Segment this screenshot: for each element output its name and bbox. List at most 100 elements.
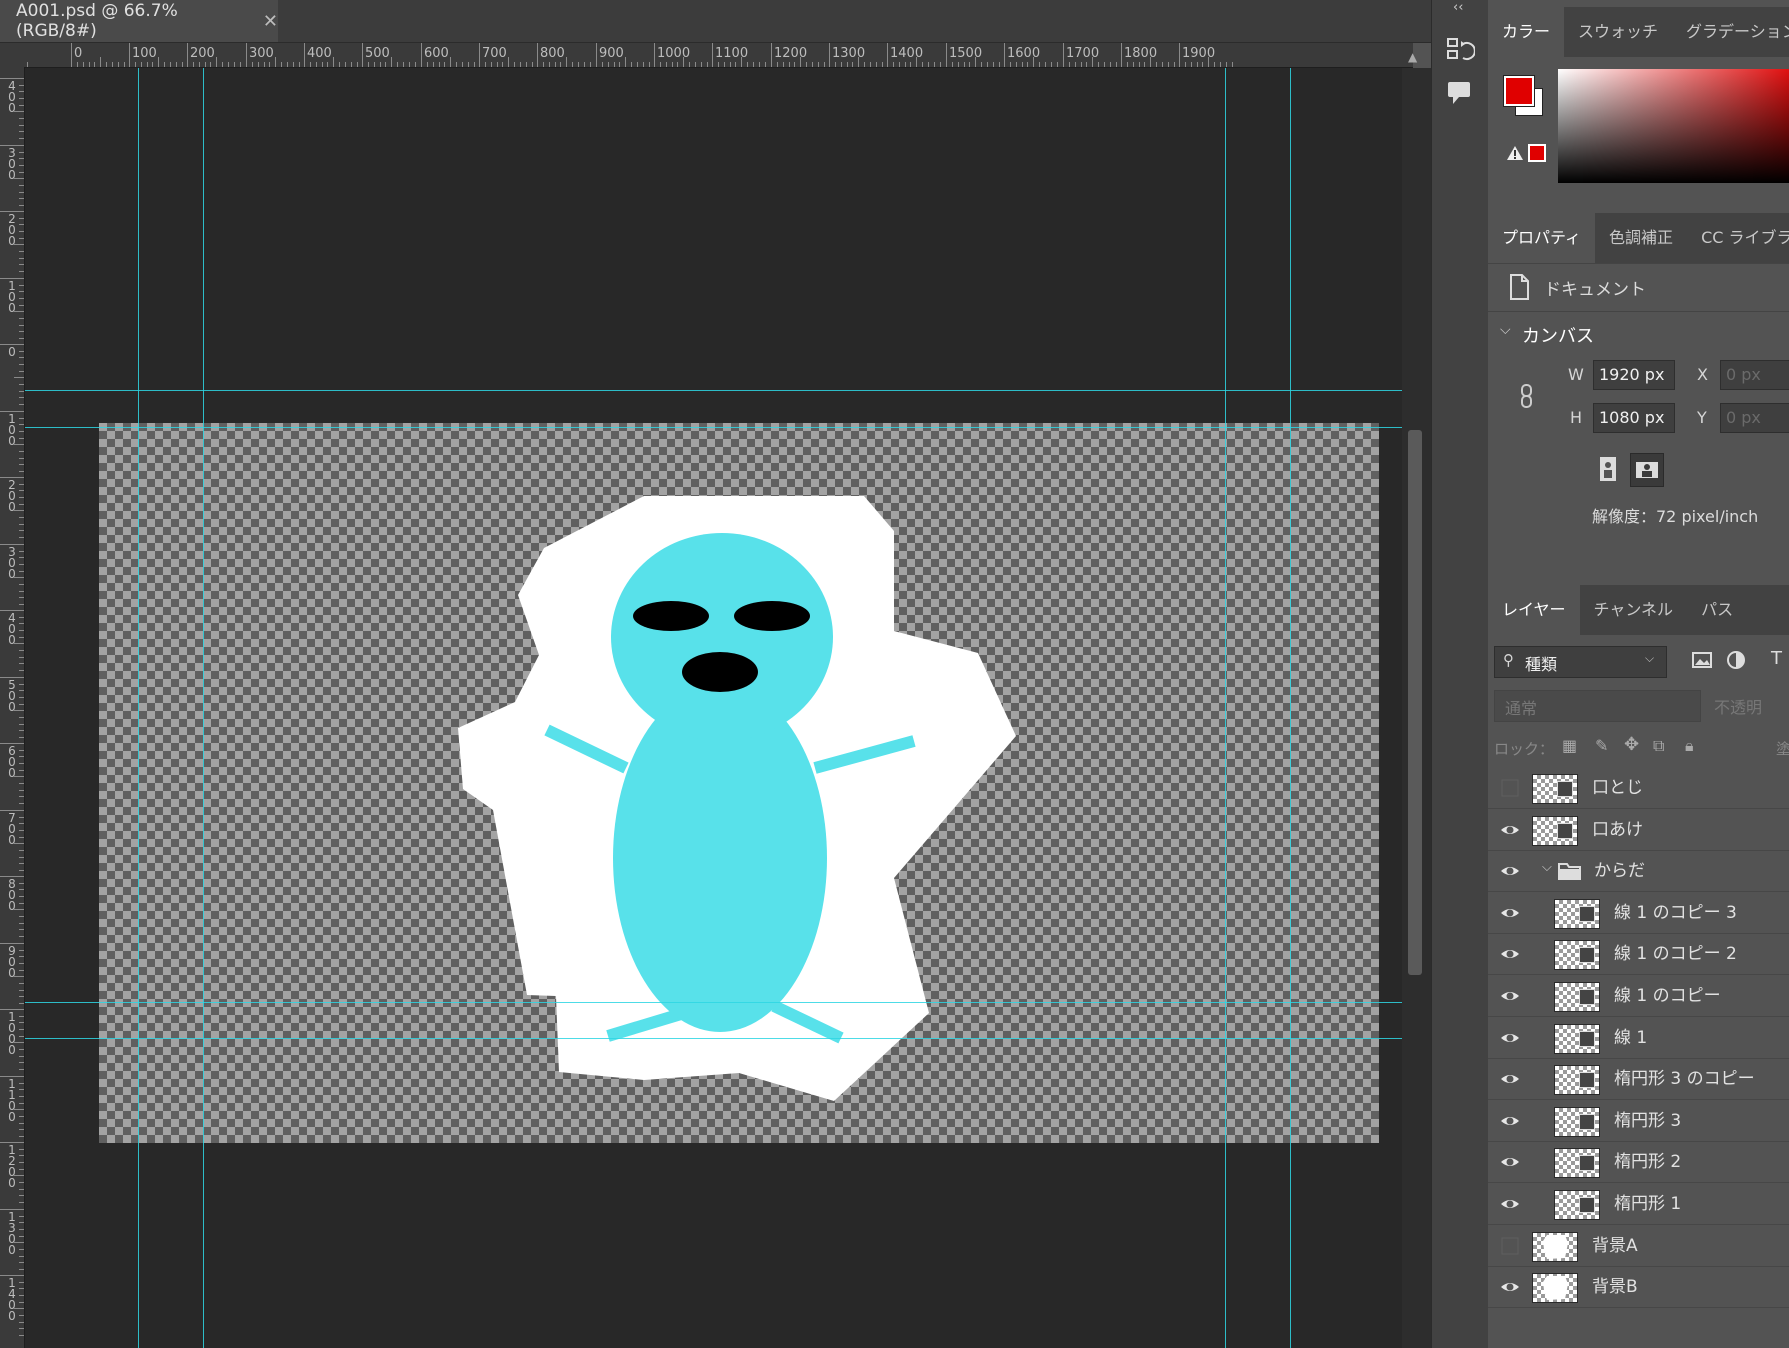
ruler-label: 500 — [365, 46, 390, 61]
lock-artboard-icon[interactable]: ⧉ — [1653, 736, 1664, 756]
foreground-color-swatch[interactable] — [1503, 75, 1535, 107]
visibility-toggle[interactable] — [1499, 777, 1521, 799]
guide-vertical[interactable] — [1225, 68, 1226, 1348]
close-icon[interactable]: ✕ — [263, 11, 278, 32]
comment-icon[interactable] — [1445, 78, 1475, 108]
layer-thumbnail — [1554, 940, 1600, 971]
layer-row[interactable]: 線 1 のコピー — [1488, 975, 1789, 1017]
ruler-tick — [537, 43, 538, 67]
eye-icon[interactable] — [1499, 1151, 1521, 1173]
layer-row[interactable]: 線 1 のコピー 3 — [1488, 892, 1789, 934]
chevron-down-icon[interactable]: ⌵ — [1500, 322, 1511, 338]
layer-row[interactable]: 口とじ — [1488, 767, 1789, 809]
ruler-tick — [654, 43, 655, 67]
guide-vertical[interactable] — [1290, 68, 1291, 1348]
lock-all-icon[interactable]: 🔒︎ — [1685, 736, 1694, 756]
layer-thumbnail — [1532, 774, 1578, 804]
guide-vertical[interactable] — [138, 68, 139, 1348]
shape-layer-icon — [1579, 905, 1595, 922]
eye-icon[interactable] — [1499, 1027, 1521, 1049]
guide-vertical[interactable] — [203, 68, 204, 1348]
layer-filter-select[interactable]: ⚲ 種類 ⌵ — [1494, 646, 1667, 678]
eye-icon[interactable] — [1499, 1068, 1521, 1090]
ruler-tick — [829, 43, 830, 67]
portrait-orientation-icon[interactable] — [1596, 455, 1622, 483]
folder-icon — [1558, 861, 1582, 885]
layer-row[interactable]: 口あけ — [1488, 809, 1789, 851]
ruler-label: 600 — [8, 744, 16, 780]
layer-row[interactable]: 楕円形 3 — [1488, 1100, 1789, 1142]
eye-icon[interactable] — [1499, 1276, 1521, 1298]
document-tab[interactable]: A001.psd @ 66.7% (RGB/8#) ✕ — [0, 0, 278, 42]
x-label: X — [1697, 365, 1708, 384]
right-panels: カラー スウォッチ グラデーション パタ プロパティ 色調補正 CC ライブラリ… — [1488, 0, 1789, 1348]
history-icon[interactable] — [1445, 36, 1475, 66]
visibility-toggle[interactable] — [1499, 1235, 1521, 1257]
canvas-x-field[interactable]: 0 px — [1720, 360, 1789, 390]
tab-swatches[interactable]: スウォッチ — [1564, 7, 1672, 57]
eye-icon[interactable] — [1499, 1193, 1521, 1215]
scroll-up-icon[interactable]: ▲ — [1408, 50, 1417, 64]
tab-layers[interactable]: レイヤー — [1488, 585, 1580, 635]
eye-icon[interactable] — [1499, 943, 1521, 965]
tab-paths[interactable]: パス — [1687, 585, 1747, 635]
ruler-label: 1900 — [1182, 46, 1216, 61]
shape-layer-icon — [1557, 781, 1573, 797]
type-layer-filter-icon[interactable]: T — [1771, 648, 1782, 669]
tab-cc-libraries[interactable]: CC ライブラリ — [1687, 213, 1789, 263]
lock-transparent-icon[interactable]: ▦ — [1562, 736, 1577, 755]
tab-color[interactable]: カラー — [1488, 7, 1565, 57]
eye-icon[interactable] — [1499, 1110, 1521, 1132]
canvas-height-field[interactable]: 1080 px — [1593, 403, 1675, 433]
pixel-layer-filter-icon[interactable] — [1691, 650, 1713, 670]
ruler-label: 600 — [424, 46, 449, 61]
canvas-workspace[interactable] — [25, 68, 1402, 1348]
layer-row[interactable]: 線 1 — [1488, 1017, 1789, 1059]
guide-horizontal[interactable] — [25, 1038, 1402, 1039]
guide-horizontal[interactable] — [25, 427, 1402, 428]
layer-row[interactable]: 楕円形 1 — [1488, 1183, 1789, 1225]
ruler-label: 700 — [482, 46, 507, 61]
shape-layer-icon — [1579, 989, 1595, 1005]
lock-position-icon[interactable]: ✥ — [1624, 734, 1639, 755]
tab-properties[interactable]: プロパティ — [1488, 213, 1596, 263]
layer-row[interactable]: 楕円形 3 のコピー — [1488, 1058, 1789, 1101]
ruler-label: 300 — [8, 146, 16, 182]
ruler-label: 700 — [8, 811, 16, 847]
link-icon[interactable] — [1518, 383, 1536, 409]
guide-horizontal[interactable] — [25, 1002, 1402, 1003]
layer-row[interactable]: 楕円形 2 — [1488, 1141, 1789, 1184]
layer-row[interactable]: 線 1 のコピー 2 — [1488, 933, 1789, 976]
adjustment-layer-filter-icon[interactable] — [1725, 650, 1747, 670]
chevron-down-icon[interactable]: ⌵ — [1542, 860, 1552, 875]
tab-adjustments[interactable]: 色調補正 — [1595, 213, 1687, 263]
layer-group-row[interactable]: ⌵ からだ — [1488, 850, 1789, 893]
lock-image-icon[interactable]: ✎ — [1595, 736, 1608, 755]
web-color-swatch[interactable] — [1528, 144, 1546, 162]
ruler-tick — [596, 43, 597, 67]
landscape-orientation-button[interactable] — [1630, 453, 1664, 487]
tab-channels[interactable]: チャンネル — [1580, 585, 1688, 635]
guide-horizontal[interactable] — [25, 390, 1402, 391]
gamut-warning-icon[interactable] — [1506, 145, 1524, 165]
layer-name: 線 1 のコピー 3 — [1614, 902, 1737, 923]
canvas-width-field[interactable]: 1920 px — [1593, 360, 1675, 390]
layer-row[interactable]: 背景A — [1488, 1225, 1789, 1267]
eye-icon[interactable] — [1499, 819, 1521, 841]
layer-list: 口とじ 口あけ ⌵ からだ線 1 のコピー 3 線 1 のコピー 2 線 1 のコピー線 … — [1488, 767, 1789, 1348]
document-canvas[interactable] — [99, 423, 1379, 1143]
eye-icon[interactable] — [1499, 902, 1521, 924]
blend-mode-select[interactable]: 通常 — [1494, 690, 1701, 722]
layer-row[interactable]: 背景B — [1488, 1266, 1789, 1309]
canvas-y-field[interactable]: 0 px — [1720, 403, 1789, 433]
eye-icon[interactable] — [1499, 985, 1521, 1007]
color-picker-field[interactable] — [1558, 69, 1789, 183]
scrollbar-thumb[interactable] — [1408, 430, 1422, 975]
ruler-label: 100 — [8, 279, 16, 315]
shape-layer-icon — [1579, 1030, 1595, 1047]
layer-thumbnail — [1554, 898, 1600, 929]
tab-gradients[interactable]: グラデーション — [1672, 7, 1789, 57]
layer-thumbnail — [1554, 1190, 1600, 1220]
eye-icon[interactable] — [1499, 860, 1521, 882]
collapse-icon[interactable]: ‹‹ — [1453, 0, 1463, 15]
